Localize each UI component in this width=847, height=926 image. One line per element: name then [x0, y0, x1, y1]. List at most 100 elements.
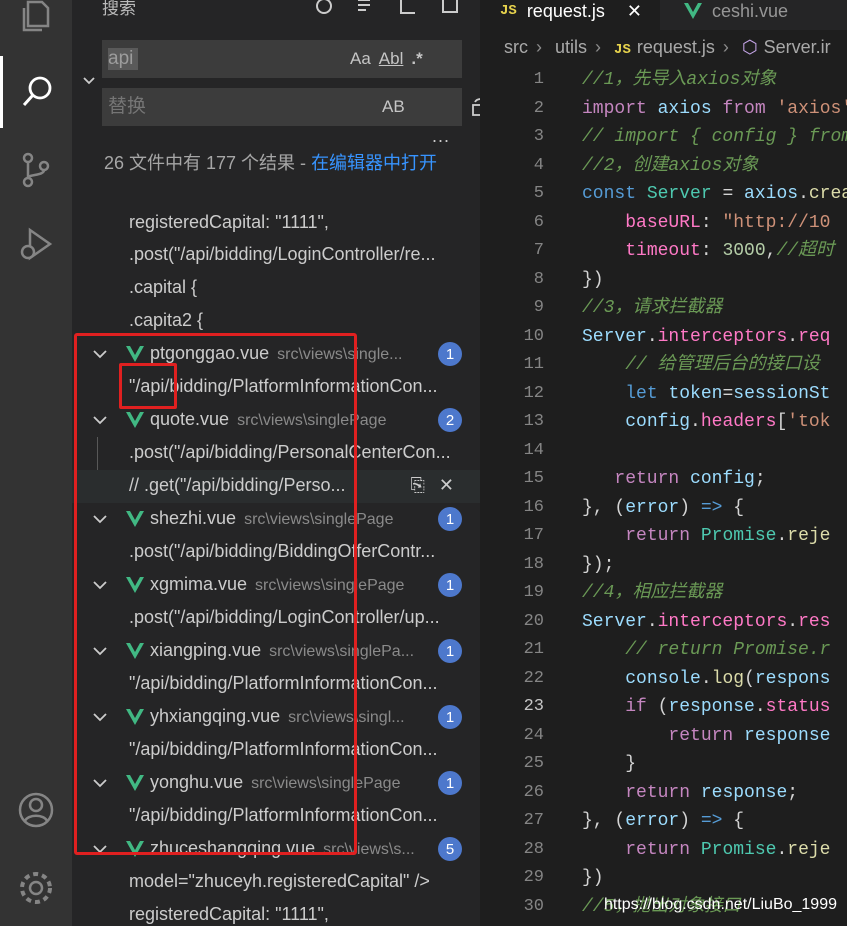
- vue-file-icon: [684, 3, 702, 19]
- replace-field[interactable]: AB: [102, 88, 480, 126]
- result-line[interactable]: model="zhuceyh.registeredCapital" />: [72, 866, 480, 899]
- settings-gear-icon[interactable]: [0, 852, 72, 924]
- result-line[interactable]: registeredCapital: "1111",: [72, 207, 480, 240]
- code-line-28[interactable]: return Promise.reje: [582, 836, 847, 865]
- explorer-icon[interactable]: [0, 0, 72, 52]
- code-line-10[interactable]: Server.interceptors.req: [582, 323, 847, 352]
- js-file-icon: JS: [614, 42, 631, 58]
- use-regex-toggle[interactable]: .*: [411, 49, 422, 69]
- code-line-15[interactable]: return config;: [582, 465, 847, 494]
- breadcrumb-item[interactable]: Server.ir: [764, 37, 831, 57]
- code-line-11[interactable]: // 给管理后台的接口设: [582, 351, 847, 380]
- line-number-gutter: 1 2 3 4 5 6 7 8 9 10 11 12 13 14 15 16 1…: [480, 66, 550, 921]
- code-line-23[interactable]: if (response.status: [582, 693, 847, 722]
- code-line-19[interactable]: //4，相应拦截器: [582, 579, 847, 608]
- annotation-box-results: [74, 333, 357, 855]
- match-count-badge: 5: [438, 837, 462, 861]
- replace-all-icon[interactable]: [470, 96, 480, 123]
- code-area[interactable]: //1，先导入axios对象 import axios from 'axios' /…: [582, 66, 847, 921]
- match-count-badge: 2: [438, 408, 462, 432]
- code-line-1[interactable]: //1，先导入axios对象: [582, 66, 847, 95]
- code-line-4[interactable]: //2，创建axios对象: [582, 152, 847, 181]
- line-number: 10: [523, 326, 544, 346]
- match-count-badge: 1: [438, 573, 462, 597]
- tab-request-js[interactable]: JS request.js ✕: [480, 0, 660, 30]
- preserve-case-toggle[interactable]: AB: [382, 97, 405, 117]
- close-icon[interactable]: ✕: [627, 1, 642, 22]
- code-line-22[interactable]: console.log(respons: [582, 665, 847, 694]
- breadcrumb-item[interactable]: src: [504, 37, 528, 57]
- line-number: 30: [523, 896, 544, 916]
- clear-results-icon[interactable]: [356, 0, 376, 16]
- match-count-badge: 1: [438, 771, 462, 795]
- line-number: 17: [523, 526, 544, 545]
- collapse-all-icon[interactable]: [440, 0, 460, 16]
- code-line-26[interactable]: return response;: [582, 779, 847, 808]
- code-line-12[interactable]: let token=sessionSt: [582, 380, 847, 409]
- search-field[interactable]: Aa Abl .*: [102, 40, 462, 78]
- code-line-20[interactable]: Server.interceptors.res: [582, 608, 847, 637]
- code-line-16[interactable]: }, (error) => {: [582, 494, 847, 523]
- dismiss-match-icon[interactable]: ✕: [439, 475, 454, 496]
- code-line-29[interactable]: }): [582, 864, 847, 893]
- line-number: 12: [523, 383, 544, 403]
- watermark: https://blog.csdn.net/LiuBo_1999: [603, 896, 837, 913]
- result-line[interactable]: .post("/api/bidding/LoginController/re..…: [72, 239, 480, 272]
- activity-bar: [0, 0, 72, 926]
- chevron-right-icon: ›: [722, 37, 729, 57]
- sidebar-toolbar: [314, 0, 460, 16]
- result-line[interactable]: .capital {: [72, 272, 480, 305]
- line-number: 24: [523, 725, 544, 745]
- search-icon[interactable]: [0, 56, 72, 128]
- code-line-18[interactable]: });: [582, 551, 847, 580]
- code-line-7[interactable]: timeout: 3000,//超时: [582, 237, 847, 266]
- code-line-25[interactable]: }: [582, 750, 847, 779]
- line-number: 9: [533, 298, 544, 317]
- line-number: 14: [523, 440, 544, 460]
- chevron-right-icon: ›: [536, 37, 542, 57]
- code-line-2[interactable]: import axios from 'axios': [582, 95, 847, 124]
- account-icon[interactable]: [0, 774, 72, 846]
- code-line-6[interactable]: baseURL: "http://10: [582, 209, 847, 238]
- tab-ceshi-vue[interactable]: ceshi.vue: [660, 0, 840, 30]
- code-line-5[interactable]: const Server = axios.create: [582, 180, 847, 209]
- line-number: 3: [533, 127, 544, 146]
- code-line-13[interactable]: config.headers['tok: [582, 408, 847, 437]
- code-line-3[interactable]: // import { config } from: [582, 123, 847, 152]
- refresh-icon[interactable]: [314, 0, 334, 16]
- replace-match-icon[interactable]: ⎘: [411, 475, 425, 496]
- editor-tabs: JS request.js ✕ ceshi.vue: [480, 0, 847, 30]
- open-in-editor-link[interactable]: 在编辑器中打开: [311, 153, 437, 173]
- breadcrumb-item[interactable]: request.js: [637, 37, 715, 57]
- code-line-24[interactable]: return response: [582, 722, 847, 751]
- breadcrumb-item[interactable]: utils: [555, 37, 587, 57]
- line-number: 18: [523, 554, 544, 574]
- match-count-badge: 1: [438, 342, 462, 366]
- code-line-8[interactable]: }): [582, 266, 847, 295]
- js-file-icon: JS: [500, 3, 517, 19]
- line-number: 5: [533, 184, 544, 203]
- line-number: 28: [523, 839, 544, 859]
- code-line-21[interactable]: // return Promise.r: [582, 636, 847, 665]
- editor-area: JS request.js ✕ ceshi.vue src › utils › JS…: [480, 0, 847, 926]
- code-line-17[interactable]: return Promise.reje: [582, 522, 847, 551]
- match-case-toggle[interactable]: Aa: [350, 49, 371, 69]
- result-line[interactable]: registeredCapital: "1111",: [72, 899, 480, 926]
- search-details-toggle[interactable]: ...: [432, 126, 450, 147]
- code-line-9[interactable]: //3，请求拦截器: [582, 294, 847, 323]
- chevron-right-icon: ›: [595, 37, 602, 57]
- run-debug-icon[interactable]: [0, 208, 72, 280]
- new-search-editor-icon[interactable]: [398, 0, 418, 16]
- code-line-27[interactable]: }, (error) => {: [582, 807, 847, 836]
- tab-label: ceshi.vue: [712, 0, 789, 21]
- search-input[interactable]: [102, 48, 342, 70]
- toggle-replace-chevron-icon[interactable]: [82, 74, 96, 88]
- symbol-class-icon: ⬡: [741, 37, 758, 57]
- line-number: 11: [523, 355, 544, 374]
- source-control-icon[interactable]: [0, 134, 72, 206]
- match-whole-word-toggle[interactable]: Abl: [379, 49, 404, 69]
- line-number-current: 23: [523, 697, 544, 716]
- tab-label: request.js: [526, 0, 605, 21]
- code-line-14[interactable]: [582, 437, 847, 466]
- replace-input[interactable]: [102, 96, 342, 118]
